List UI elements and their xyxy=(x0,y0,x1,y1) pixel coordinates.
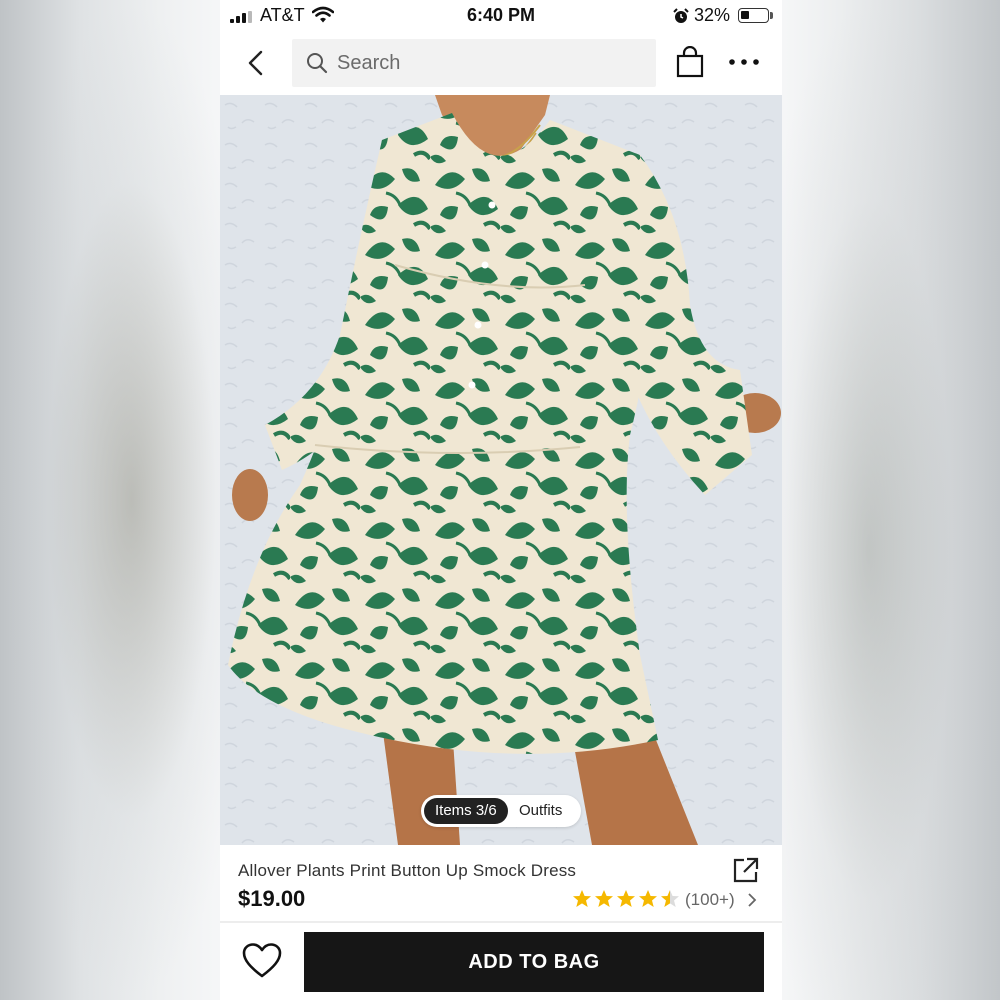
top-nav: Search xyxy=(220,34,782,94)
phone-screen: AT&T 6:40 PM 32% Search Items 3/6 Outfit… xyxy=(220,0,782,1000)
items-tab[interactable]: Items 3/6 xyxy=(424,798,508,824)
background-blur-right xyxy=(782,0,1000,1000)
shopping-bag-icon[interactable] xyxy=(676,46,704,78)
product-title: Allover Plants Print Button Up Smock Dre… xyxy=(238,861,577,880)
battery-icon xyxy=(738,8,769,23)
more-dots-icon[interactable] xyxy=(726,52,762,72)
product-price: $19.00 xyxy=(238,886,306,911)
battery-percent: 32% xyxy=(694,5,731,25)
gallery-pager: Items 3/6 Outfits xyxy=(421,795,581,827)
background-blur-left xyxy=(0,0,220,1000)
alarm-icon xyxy=(673,8,689,23)
green-leaf-print-smock-dress-photo xyxy=(220,95,782,845)
chevron-right-icon xyxy=(748,893,757,907)
outfits-tab[interactable]: Outfits xyxy=(519,795,562,827)
battery-tip xyxy=(770,12,773,19)
search-icon xyxy=(307,53,328,74)
product-image[interactable]: Items 3/6 Outfits xyxy=(220,95,782,845)
divider xyxy=(220,921,782,923)
search-placeholder: Search xyxy=(337,52,401,74)
search-input[interactable]: Search xyxy=(292,39,656,87)
add-to-bag-button[interactable]: ADD TO BAG xyxy=(304,932,764,992)
share-icon[interactable] xyxy=(732,856,760,884)
heart-icon[interactable] xyxy=(242,943,282,979)
status-bar: AT&T 6:40 PM 32% xyxy=(220,0,782,34)
chevron-left-icon[interactable] xyxy=(242,48,270,78)
star-rating xyxy=(573,890,679,907)
review-count: (100+) xyxy=(685,890,735,909)
